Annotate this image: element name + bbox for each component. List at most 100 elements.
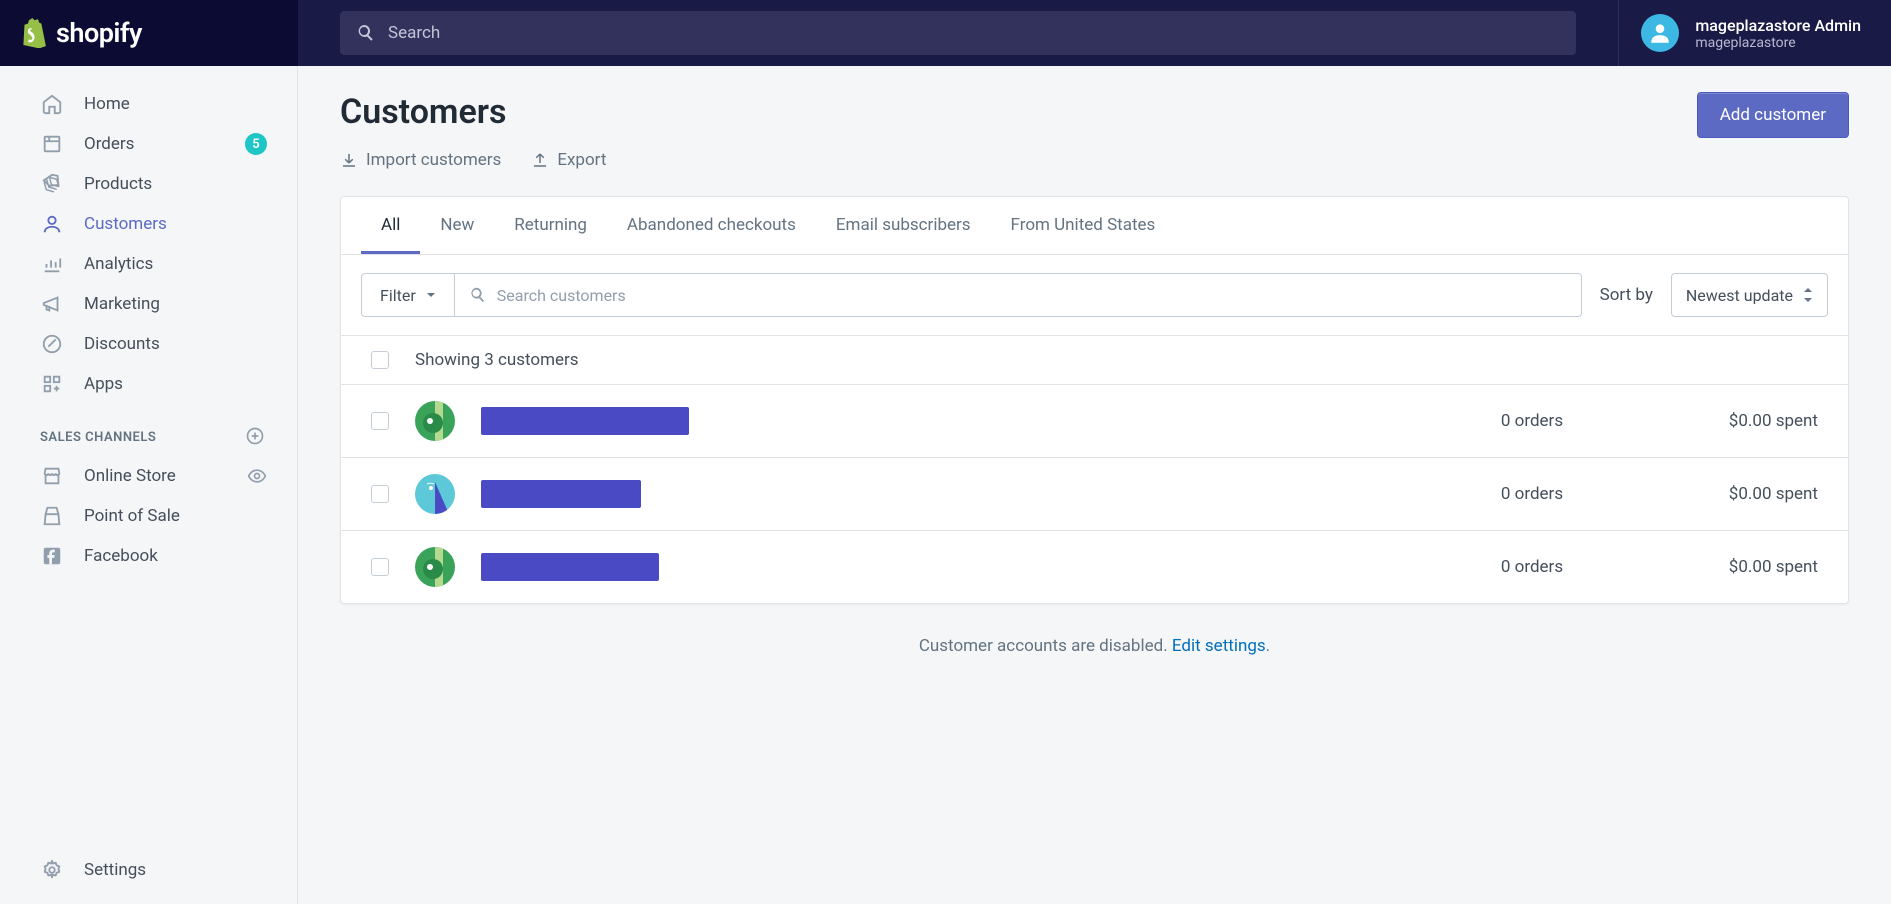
nav-label: Settings <box>84 860 146 880</box>
sidebar-item-analytics[interactable]: Analytics <box>0 244 297 284</box>
sort-by-label: Sort by <box>1600 285 1653 305</box>
row-checkbox[interactable] <box>371 558 389 576</box>
amount-spent: $0.00 spent <box>1658 411 1818 431</box>
customers-icon <box>40 212 64 236</box>
nav-label: Facebook <box>84 546 158 566</box>
logo[interactable]: shopify <box>0 0 298 66</box>
user-name: mageplazastore Admin <box>1695 16 1861 35</box>
tab-returning[interactable]: Returning <box>494 197 607 254</box>
import-icon <box>340 151 358 169</box>
sidebar-item-apps[interactable]: Apps <box>0 364 297 404</box>
sales-channels-header: SALES CHANNELS <box>0 404 297 456</box>
sort-arrows-icon <box>1803 288 1813 302</box>
global-search-wrap <box>298 11 1618 55</box>
search-icon <box>469 286 487 304</box>
footer-period: . <box>1266 636 1270 656</box>
customer-avatar <box>415 547 455 587</box>
main-content: Customers Import customers Export Add cu… <box>298 66 1891 904</box>
apps-icon <box>40 372 64 396</box>
orders-icon <box>40 132 64 156</box>
header-actions: Import customers Export <box>340 150 606 170</box>
sidebar-item-settings[interactable]: Settings <box>0 850 297 904</box>
customer-name-redacted <box>481 407 689 435</box>
channel-point-of-sale[interactable]: Point of Sale <box>0 496 297 536</box>
orders-count: 0 orders <box>1432 557 1632 577</box>
sort-select[interactable]: Newest update <box>1671 273 1828 317</box>
channel-online-store[interactable]: Online Store <box>0 456 297 496</box>
table-header: Showing 3 customers <box>341 335 1848 385</box>
tab-from-us[interactable]: From United States <box>991 197 1176 254</box>
nav-label: Point of Sale <box>84 506 180 526</box>
add-customer-button[interactable]: Add customer <box>1697 92 1849 138</box>
customer-avatar <box>415 401 455 441</box>
nav-label: Orders <box>84 134 134 154</box>
orders-badge: 5 <box>245 133 267 155</box>
page-title: Customers <box>340 92 606 132</box>
customer-name-redacted <box>481 480 641 508</box>
export-label: Export <box>557 150 606 170</box>
customer-row[interactable]: 0 orders $0.00 spent <box>341 458 1848 531</box>
sidebar-item-home[interactable]: Home <box>0 84 297 124</box>
showing-count: Showing 3 customers <box>415 350 579 370</box>
tab-all[interactable]: All <box>361 197 420 254</box>
sidebar-item-customers[interactable]: Customers <box>0 204 297 244</box>
nav-label: Analytics <box>84 254 153 274</box>
tab-new[interactable]: New <box>420 197 494 254</box>
tabs: All New Returning Abandoned checkouts Em… <box>341 197 1848 255</box>
export-icon <box>531 151 549 169</box>
import-label: Import customers <box>366 150 501 170</box>
channel-facebook[interactable]: Facebook <box>0 536 297 576</box>
pos-icon <box>40 504 64 528</box>
store-icon <box>40 464 64 488</box>
nav-label: Products <box>84 174 152 194</box>
sidebar: Home Orders 5 Products Customers Analyti… <box>0 66 298 904</box>
sort-area: Sort by Newest update <box>1600 273 1828 317</box>
logo-text: shopify <box>56 17 142 49</box>
customer-row[interactable]: 0 orders $0.00 spent <box>341 385 1848 458</box>
sidebar-item-marketing[interactable]: Marketing <box>0 284 297 324</box>
row-checkbox[interactable] <box>371 412 389 430</box>
shopify-bag-icon <box>20 18 47 48</box>
orders-count: 0 orders <box>1432 411 1632 431</box>
store-name: mageplazastore <box>1695 35 1861 51</box>
add-channel-icon[interactable] <box>245 426 267 448</box>
global-search[interactable] <box>340 11 1576 55</box>
filter-bar: Filter Sort by Newest update <box>341 255 1848 335</box>
amount-spent: $0.00 spent <box>1658 557 1818 577</box>
edit-settings-link[interactable]: Edit settings <box>1172 636 1266 656</box>
customer-search-input[interactable] <box>497 286 1567 305</box>
home-icon <box>40 92 64 116</box>
select-all-checkbox[interactable] <box>371 351 389 369</box>
nav-label: Home <box>84 94 130 114</box>
nav-label: Discounts <box>84 334 160 354</box>
sidebar-item-discounts[interactable]: Discounts <box>0 324 297 364</box>
row-checkbox[interactable] <box>371 485 389 503</box>
filter-label: Filter <box>380 286 416 305</box>
topbar: shopify mageplazastore Admin mageplazast… <box>0 0 1891 66</box>
filter-button[interactable]: Filter <box>361 273 455 317</box>
products-icon <box>40 172 64 196</box>
sidebar-item-products[interactable]: Products <box>0 164 297 204</box>
marketing-icon <box>40 292 64 316</box>
export-button[interactable]: Export <box>531 150 606 170</box>
view-store-icon[interactable] <box>247 466 267 486</box>
customers-card: All New Returning Abandoned checkouts Em… <box>340 196 1849 604</box>
sidebar-item-orders[interactable]: Orders 5 <box>0 124 297 164</box>
customer-name-redacted <box>481 553 659 581</box>
footer-message: Customer accounts are disabled. Edit set… <box>340 636 1849 656</box>
user-avatar <box>1641 14 1679 52</box>
customer-search[interactable] <box>455 273 1582 317</box>
discounts-icon <box>40 332 64 356</box>
page-header: Customers Import customers Export Add cu… <box>340 92 1849 170</box>
analytics-icon <box>40 252 64 276</box>
section-title-text: SALES CHANNELS <box>40 430 156 445</box>
customer-avatar <box>415 474 455 514</box>
global-search-input[interactable] <box>388 23 1560 43</box>
customer-row[interactable]: 0 orders $0.00 spent <box>341 531 1848 603</box>
settings-icon <box>40 858 64 882</box>
import-customers-button[interactable]: Import customers <box>340 150 501 170</box>
tab-abandoned[interactable]: Abandoned checkouts <box>607 197 816 254</box>
sort-value: Newest update <box>1686 286 1793 305</box>
tab-email-subscribers[interactable]: Email subscribers <box>816 197 991 254</box>
user-menu[interactable]: mageplazastore Admin mageplazastore <box>1618 0 1891 66</box>
